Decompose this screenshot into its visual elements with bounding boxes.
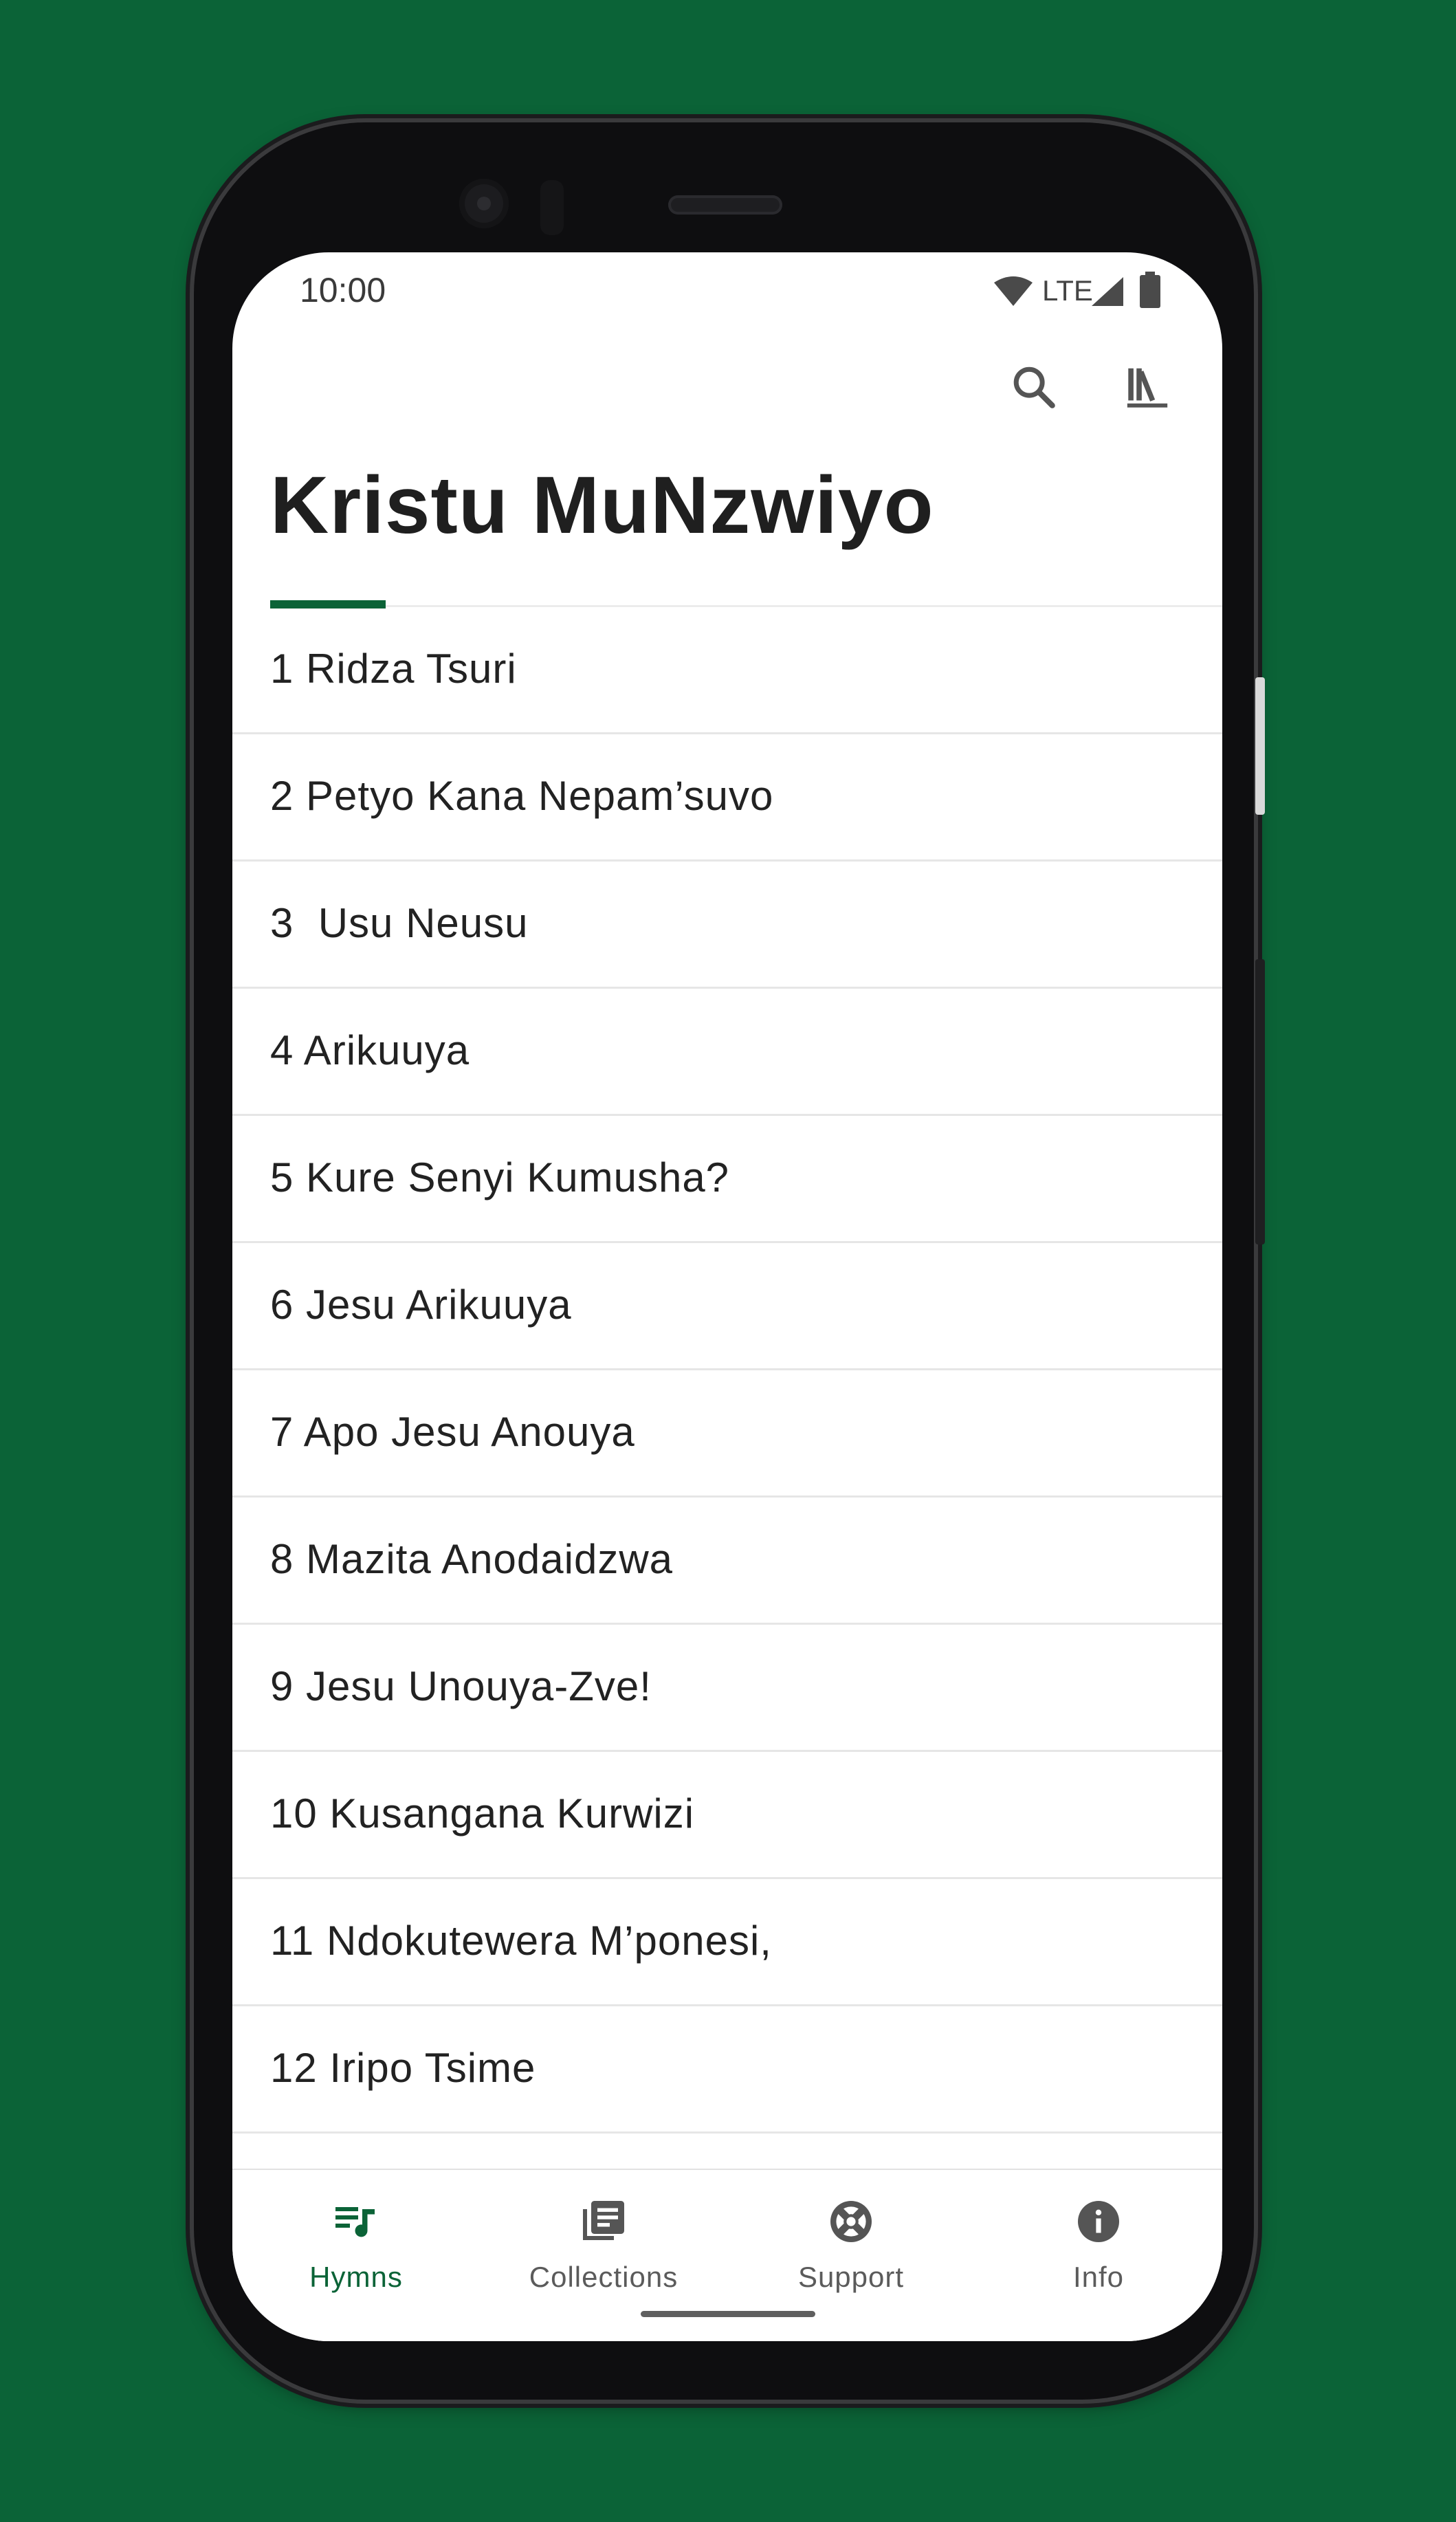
search-icon [1013, 366, 1055, 408]
nav-hymns[interactable]: Hymns [232, 2191, 480, 2314]
hymn-title: 4 Arikuuya [270, 1027, 470, 1073]
nav-label: Collections [529, 2261, 679, 2293]
hymn-title: 7 Apo Jesu Anouya [270, 1409, 635, 1455]
hymn-title: 2 Petyo Kana Nepam’suvo [270, 773, 774, 819]
hymn-title: 12 Iripo Tsime [270, 2045, 536, 2091]
hymn-title: 3 Usu Neusu [270, 900, 529, 946]
nav-info[interactable]: Info [975, 2191, 1222, 2314]
hymn-item[interactable]: 1 Ridza Tsuri [232, 607, 1222, 734]
hymn-item[interactable]: 9 Jesu Unouya-Zve! [232, 1625, 1222, 1752]
library-icon [1127, 368, 1168, 408]
library-button[interactable] [1116, 355, 1178, 417]
signal-icon [1092, 277, 1123, 306]
hymn-item[interactable]: 4 Arikuuya [232, 989, 1222, 1116]
gesture-home-bar[interactable] [641, 2311, 815, 2317]
battery-icon [1140, 272, 1160, 308]
nav-label: Hymns [309, 2261, 403, 2293]
status-bar: 10:00 LTE [232, 252, 1222, 328]
info-icon [1068, 2191, 1129, 2252]
earpiece-speaker [668, 195, 782, 215]
hymn-title: 11 Ndokutewera M’ponesi, [270, 1918, 772, 1964]
network-type: LTE [1042, 274, 1093, 307]
power-button [1255, 677, 1265, 815]
hymns-icon [325, 2191, 387, 2252]
support-icon [820, 2191, 882, 2252]
hymn-item[interactable]: 5 Kure Senyi Kumusha? [232, 1116, 1222, 1243]
page-title: Kristu MuNzwiyo [270, 460, 934, 551]
collections-icon [573, 2191, 635, 2252]
nav-collections[interactable]: Collections [480, 2191, 727, 2314]
volume-button [1255, 959, 1265, 1244]
sensor [540, 180, 564, 235]
camera-icon [459, 179, 509, 228]
hymn-item[interactable]: 12 Iripo Tsime [232, 2006, 1222, 2134]
hymn-item[interactable]: 2 Petyo Kana Nepam’suvo [232, 734, 1222, 862]
nav-label: Support [797, 2261, 905, 2293]
hymn-title: 9 Jesu Unouya-Zve! [270, 1663, 652, 1709]
wifi-icon [994, 276, 1033, 306]
hymn-title: 1 Ridza Tsuri [270, 646, 517, 692]
hymn-title: 10 Kusangana Kurwizi [270, 1790, 695, 1836]
hymn-title: 5 Kure Senyi Kumusha? [270, 1154, 730, 1200]
hymn-item[interactable]: 8 Mazita Anodaidzwa [232, 1498, 1222, 1625]
hymn-item[interactable]: 6 Jesu Arikuuya [232, 1243, 1222, 1370]
hymn-title: 6 Jesu Arikuuya [270, 1282, 572, 1328]
hymn-item[interactable]: 11 Ndokutewera M’ponesi, [232, 1879, 1222, 2006]
hymn-item[interactable]: 3 Usu Neusu [232, 862, 1222, 989]
hymn-title: 8 Mazita Anodaidzwa [270, 1536, 674, 1582]
nav-support[interactable]: Support [727, 2191, 975, 2314]
status-time: 10:00 [300, 271, 386, 309]
hymn-list: 1 Ridza Tsuri 2 Petyo Kana Nepam’suvo 3 … [232, 607, 1222, 2341]
nav-label: Info [1072, 2261, 1125, 2293]
hymn-item[interactable]: 10 Kusangana Kurwizi [232, 1752, 1222, 1879]
search-button[interactable] [1002, 355, 1064, 417]
app-screen: 10:00 LTE Kristu MuNzwiyo 1 Ridza Tsuri … [232, 252, 1222, 2341]
hymn-item[interactable]: 7 Apo Jesu Anouya [232, 1370, 1222, 1498]
